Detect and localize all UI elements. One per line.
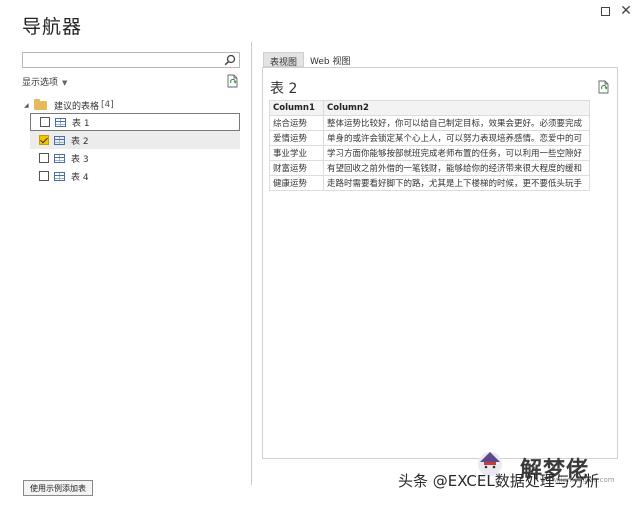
tree-item-label: 表 2	[71, 136, 89, 147]
search-input[interactable]	[23, 58, 218, 73]
table-row: 财富运势 有望回收之前外借的一笔钱财，能够给你的经济带来很大程度的缓和	[269, 160, 590, 176]
expand-triangle-icon[interactable]: ◢	[24, 102, 34, 109]
table-cell: 整体运势比较好，你可以给自己制定目标，效果会更好。必须要完成	[323, 115, 590, 131]
checkbox-checked[interactable]	[39, 135, 49, 145]
restore-button[interactable]	[598, 4, 612, 18]
folder-label: 建议的表格	[54, 101, 100, 112]
table-cell: 单身的或许会锁定某个心上人，可以努力表现培养感情。恋爱中的可	[323, 130, 590, 146]
tree-item-label: 表 4	[71, 172, 89, 183]
window-title: 导航器	[22, 16, 83, 38]
preview-panel: 表 2 Column1 Column2 综合运势 整体运势比较好，你可以给自己制…	[262, 67, 618, 459]
preview-table: Column1 Column2 综合运势 整体运势比较好，你可以给自己制定目标，…	[269, 100, 590, 191]
display-options-label: 显示选项	[22, 78, 59, 88]
pane-splitter[interactable]	[251, 42, 252, 485]
folder-icon	[34, 98, 47, 110]
table-cell: 综合运势	[269, 115, 324, 131]
table-cell: 走路时需要看好脚下的路，尤其是上下楼梯的时候，更不要低头玩手	[323, 175, 590, 191]
column-header[interactable]: Column1	[269, 100, 324, 116]
table-row: 事业学业 学习方面你能够按部就班完成老师布置的任务，可以利用一些空隙好	[269, 145, 590, 161]
tree-item-label: 表 1	[72, 118, 90, 129]
tree-folder-suggested-tables[interactable]: ◢ 建议的表格 [4]	[24, 98, 114, 112]
table-cell: 健康运势	[269, 175, 324, 191]
table-row: 综合运势 整体运势比较好，你可以给自己制定目标，效果会更好。必须要完成	[269, 115, 590, 131]
table-row: 健康运势 走路时需要看好脚下的路，尤其是上下楼梯的时候，更不要低头玩手	[269, 175, 590, 191]
tab-web-view[interactable]: Web 视图	[304, 52, 356, 67]
tab-table-view[interactable]: 表视图	[263, 52, 305, 68]
table-cell: 学习方面你能够按部就班完成老师布置的任务，可以利用一些空隙好	[323, 145, 590, 161]
table-row: 爱情运势 单身的或许会锁定某个心上人，可以努力表现培养感情。恋爱中的可	[269, 130, 590, 146]
chevron-down-icon: ▼	[62, 79, 68, 87]
table-cell: 财富运势	[269, 160, 324, 176]
restore-icon	[600, 6, 610, 16]
search-box[interactable]	[22, 52, 240, 73]
tree-item-table-2[interactable]: 表 2	[30, 131, 240, 149]
tree-item-table-3[interactable]: 表 3	[30, 149, 240, 167]
table-icon	[54, 135, 65, 145]
folder-count: [4]	[101, 100, 114, 110]
checkbox[interactable]	[40, 117, 50, 127]
table-cell: 爱情运势	[269, 130, 324, 146]
preview-title: 表 2	[270, 81, 298, 97]
close-button[interactable]: ✕	[619, 3, 633, 19]
refresh-icon[interactable]	[227, 74, 239, 88]
tree-item-table-4[interactable]: 表 4	[30, 167, 240, 185]
close-icon: ✕	[620, 3, 632, 19]
display-options-dropdown[interactable]: 显示选项 ▼	[22, 75, 67, 88]
table-icon	[55, 117, 66, 127]
tree-item-label: 表 3	[71, 154, 89, 165]
table-icon	[54, 171, 65, 181]
search-icon[interactable]	[224, 54, 236, 66]
refresh-icon[interactable]	[598, 80, 610, 94]
table-cell: 事业学业	[269, 145, 324, 161]
table-header-row: Column1 Column2	[269, 100, 590, 116]
add-table-using-examples-button[interactable]: 使用示例添加表	[23, 480, 93, 496]
watermark-text: 头条 @EXCEL数据处理与分析	[398, 472, 600, 490]
tree-item-table-1[interactable]: 表 1	[30, 113, 240, 131]
table-cell: 有望回收之前外借的一笔钱财，能够给你的经济带来很大程度的缓和	[323, 160, 590, 176]
table-icon	[54, 153, 65, 163]
checkbox[interactable]	[39, 171, 49, 181]
column-header[interactable]: Column2	[323, 100, 590, 116]
view-tabs: 表视图 Web 视图	[263, 52, 357, 68]
checkbox[interactable]	[39, 153, 49, 163]
